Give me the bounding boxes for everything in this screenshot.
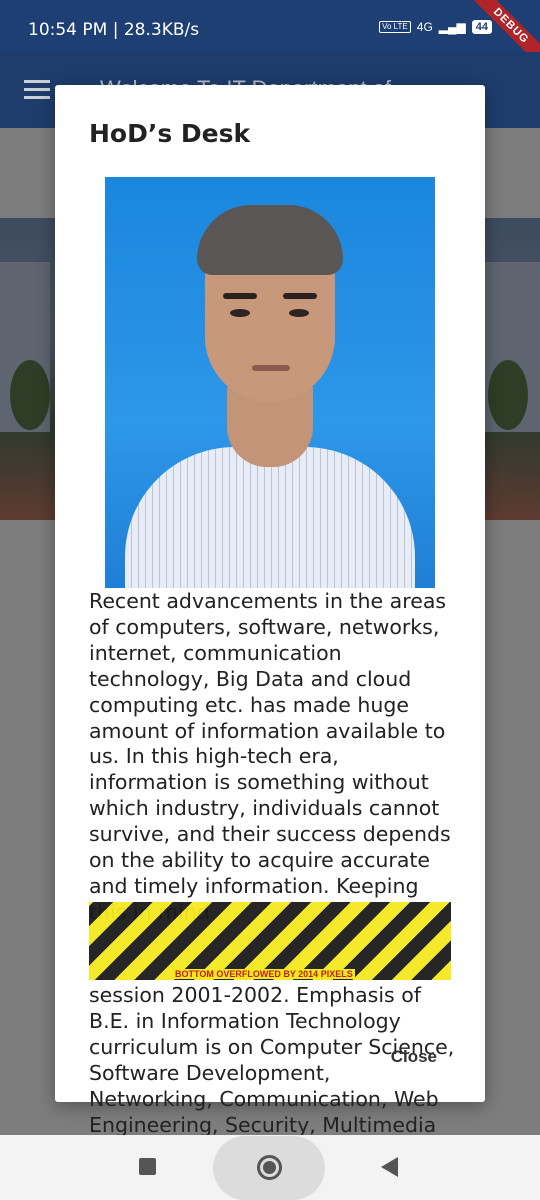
- photo-eye-right: [289, 309, 309, 317]
- recent-apps-icon[interactable]: [139, 1158, 156, 1175]
- signal-icon: ▂▄▆: [438, 20, 466, 34]
- close-button[interactable]: Close: [391, 1047, 437, 1067]
- status-time: 10:54 PM | 28.3KB/s: [28, 20, 200, 40]
- status-icons: Vo LTE 4G ▂▄▆ 44: [379, 20, 492, 34]
- hod-photo: [105, 177, 435, 588]
- status-bar: 10:54 PM | 28.3KB/s Vo LTE 4G ▂▄▆ 44 DEB…: [0, 0, 540, 71]
- dialog-title: HoD’s Desk: [89, 119, 251, 148]
- battery-icon: 44: [471, 20, 492, 34]
- network-label: 4G: [416, 20, 433, 34]
- photo-hair: [197, 205, 343, 275]
- overflow-warning-label: BOTTOM OVERFLOWED BY 2014 PIXELS: [173, 969, 355, 979]
- tree: [488, 360, 528, 430]
- tree: [10, 360, 50, 430]
- volte-icon: Vo LTE: [379, 21, 411, 33]
- photo-eye-left: [230, 309, 250, 317]
- home-icon[interactable]: [257, 1155, 282, 1180]
- dialog-body-text: Recent advancements in the areas of comp…: [89, 589, 451, 924]
- photo-mouth: [252, 365, 290, 371]
- photo-brow-right: [283, 293, 317, 299]
- photo-shirt: [125, 447, 415, 588]
- photo-brow-left: [223, 293, 257, 299]
- menu-icon[interactable]: [24, 80, 50, 100]
- hod-dialog: HoD’s Desk Recent advancements in the ar…: [55, 85, 485, 1162]
- back-icon[interactable]: [381, 1157, 398, 1177]
